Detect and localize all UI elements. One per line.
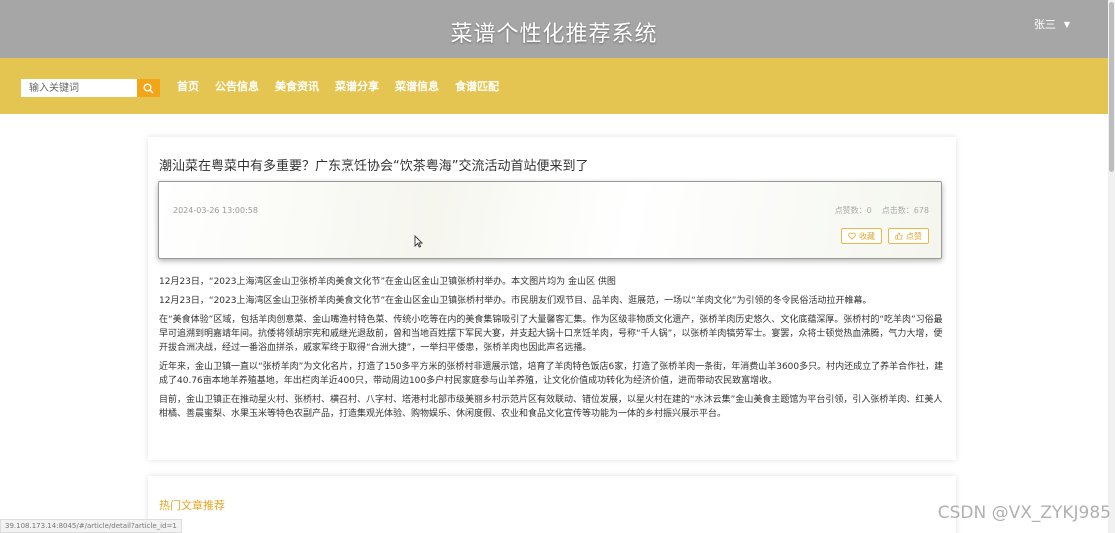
nav-item-announcements[interactable]: 公告信息 — [215, 78, 259, 94]
status-bar-url: 39.108.173.14:8045/#/article/detail?arti… — [0, 519, 182, 533]
nav-item-food-news[interactable]: 美食资讯 — [275, 78, 319, 94]
title-bar: 菜谱个性化推荐系统 张三 ▼ — [0, 0, 1108, 58]
clicks-count: 点击数：678 — [881, 206, 929, 215]
favorite-label: 收藏 — [859, 231, 875, 241]
nav-bar: 首页 公告信息 美食资讯 菜谱分享 菜谱信息 食谱匹配 — [0, 58, 1108, 114]
article-paragraph: 12月23日，“2023上海湾区金山卫张桥羊肉美食文化节”在金山区金山卫镇张桥村… — [159, 277, 616, 287]
article-paragraph: 目前，金山卫镇正在推动星火村、张桥村、横召村、八字村、塔港村北部市级美丽乡村示范… — [159, 395, 943, 419]
heart-icon — [848, 232, 856, 240]
search-icon — [143, 83, 154, 93]
scrollbar-thumb[interactable] — [1109, 2, 1114, 172]
article-paragraph: 12月23日，“2023上海湾区金山卫张桥羊肉美食文化节”在金山区金山卫镇张桥村… — [159, 296, 872, 306]
article-paragraph: 在“美食体验”区域，包括羊肉创意菜、金山嘴渔村特色菜、传统小吃等在内的美食集锦吸… — [159, 315, 943, 353]
like-label: 点赞 — [906, 231, 922, 241]
nav-menu: 首页 公告信息 美食资讯 菜谱分享 菜谱信息 食谱匹配 — [177, 78, 515, 94]
hot-articles-section: 热门文章推荐 — [148, 476, 956, 533]
site-title: 菜谱个性化推荐系统 — [450, 22, 658, 47]
nav-item-recipe-share[interactable]: 菜谱分享 — [335, 78, 379, 94]
chevron-down-icon: ▼ — [1063, 19, 1070, 29]
user-menu[interactable]: 张三 ▼ — [1034, 16, 1070, 32]
article-stats: 点赞数：0 点击数：678 — [835, 205, 929, 216]
search-button[interactable] — [137, 79, 160, 97]
nav-item-recipe-info[interactable]: 菜谱信息 — [395, 78, 439, 94]
article-date: 2024-03-26 13:00:58 — [173, 206, 258, 215]
article-actions: 收藏 点赞 — [841, 228, 929, 244]
article-paragraph: 近年来，金山卫镇一直以“张桥羊肉”为文化名片，打造了150多平方米的张桥村非遗展… — [159, 362, 944, 386]
likes-count: 点赞数：0 — [834, 206, 872, 215]
article-title: 潮汕菜在粤菜中有多重要？广东烹饪协会“饮茶粤海”交流活动首站便来到了 — [159, 159, 589, 174]
search-input[interactable] — [21, 79, 137, 97]
favorite-button[interactable]: 收藏 — [841, 228, 882, 244]
article-meta-box: 2024-03-26 13:00:58 点赞数：0 点击数：678 收藏 点赞 — [158, 181, 942, 259]
watermark: CSDN @VX_ZYKJ985 — [937, 503, 1111, 523]
nav-item-home[interactable]: 首页 — [177, 78, 199, 94]
thumbs-up-icon — [895, 232, 903, 240]
nav-item-recipe-match[interactable]: 食谱匹配 — [455, 78, 499, 94]
mouse-cursor-icon — [414, 235, 423, 248]
hot-articles-title: 热门文章推荐 — [159, 499, 225, 512]
page-scrollbar[interactable] — [1108, 0, 1115, 533]
user-name: 张三 — [1033, 18, 1056, 31]
article-card: 潮汕菜在粤菜中有多重要？广东烹饪协会“饮茶粤海”交流活动首站便来到了 2024-… — [148, 137, 956, 460]
article-body: 12月23日，“2023上海湾区金山卫张桥羊肉美食文化节”在金山区金山卫镇张桥村… — [159, 275, 945, 426]
like-button[interactable]: 点赞 — [888, 228, 929, 244]
